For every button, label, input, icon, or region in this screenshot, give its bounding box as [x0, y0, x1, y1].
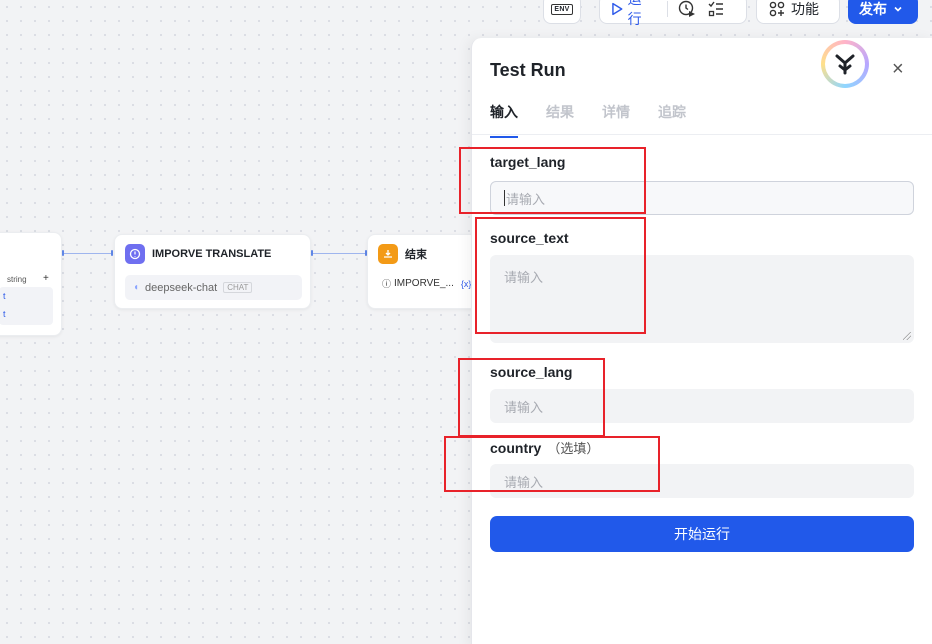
panel-tabs: 输入 结果 详情 追踪 [490, 102, 686, 138]
variable-item: t [3, 309, 6, 319]
tab-input[interactable]: 输入 [490, 102, 518, 138]
edge-handle[interactable] [311, 250, 313, 256]
functions-button[interactable]: 功能 [756, 0, 840, 24]
clock-play-icon [678, 0, 695, 17]
variable-item: t [3, 291, 6, 301]
edge [312, 253, 366, 254]
chevron-down-icon [894, 6, 902, 12]
annotation-box [459, 147, 646, 214]
run-toolbar-group: 运行 [599, 0, 747, 27]
run-button[interactable]: 运行 [610, 0, 655, 29]
tab-result[interactable]: 结果 [546, 102, 574, 138]
play-icon [612, 2, 623, 16]
variable-list: t t [0, 287, 53, 325]
toolbar-separator [667, 1, 668, 17]
start-node[interactable]: string + t t [0, 232, 62, 336]
tab-trace[interactable]: 追踪 [658, 102, 686, 138]
history-button[interactable] [678, 0, 696, 18]
resize-handle[interactable] [903, 332, 911, 340]
annotation-box [475, 217, 646, 334]
annotation-box [444, 436, 660, 492]
llm-icon [125, 244, 145, 264]
start-run-button[interactable]: 开始运行 [490, 516, 914, 552]
panel-title: Test Run [490, 60, 566, 80]
model-name: deepseek-chat [145, 281, 218, 294]
close-icon[interactable]: × [892, 58, 904, 81]
tabs-divider [472, 134, 932, 135]
annotation-box [458, 358, 605, 437]
checklist-button[interactable] [708, 1, 724, 17]
publish-button[interactable]: 发布 [848, 0, 918, 24]
variable-tag: {x} [460, 278, 472, 289]
checklist-icon [708, 1, 723, 17]
output-reference: ⓘ IMPORVE_... {x} [382, 277, 471, 290]
model-selector[interactable]: ◖ deepseek-chat CHAT [125, 275, 302, 300]
edge-handle[interactable] [111, 250, 113, 256]
output-ref-label: IMPORVE_... [394, 278, 454, 289]
tab-details[interactable]: 详情 [602, 102, 630, 138]
functions-label: 功能 [791, 1, 819, 17]
test-run-panel: Test Run × 输入 结果 详情 追踪 target_lang 请输入 s… [471, 38, 932, 644]
edge [63, 253, 113, 254]
publish-label: 发布 [859, 1, 887, 17]
logo-mark [825, 44, 865, 84]
deepseek-icon: ◖ [133, 282, 140, 293]
apps-icon [769, 1, 785, 17]
llm-node-improve-translate[interactable]: IMPORVE TRANSLATE ◖ deepseek-chat CHAT [114, 234, 311, 309]
end-icon [378, 244, 398, 264]
node-header: IMPORVE TRANSLATE [125, 244, 271, 264]
node-title: IMPORVE TRANSLATE [152, 248, 272, 260]
app-logo [821, 40, 869, 88]
add-variable-button[interactable]: + [43, 273, 49, 284]
end-node[interactable]: 结束 ⓘ IMPORVE_... {x} [367, 234, 487, 309]
edge-handle[interactable] [62, 250, 64, 256]
type-label: string [7, 275, 27, 284]
env-icon: ENV [551, 3, 573, 15]
env-button[interactable]: ENV [543, 0, 581, 24]
run-label: 运行 [627, 0, 642, 27]
info-icon: ⓘ [382, 279, 392, 289]
model-tag: CHAT [223, 282, 253, 293]
node-title: 结束 [405, 249, 427, 261]
node-header: 结束 [378, 244, 427, 264]
